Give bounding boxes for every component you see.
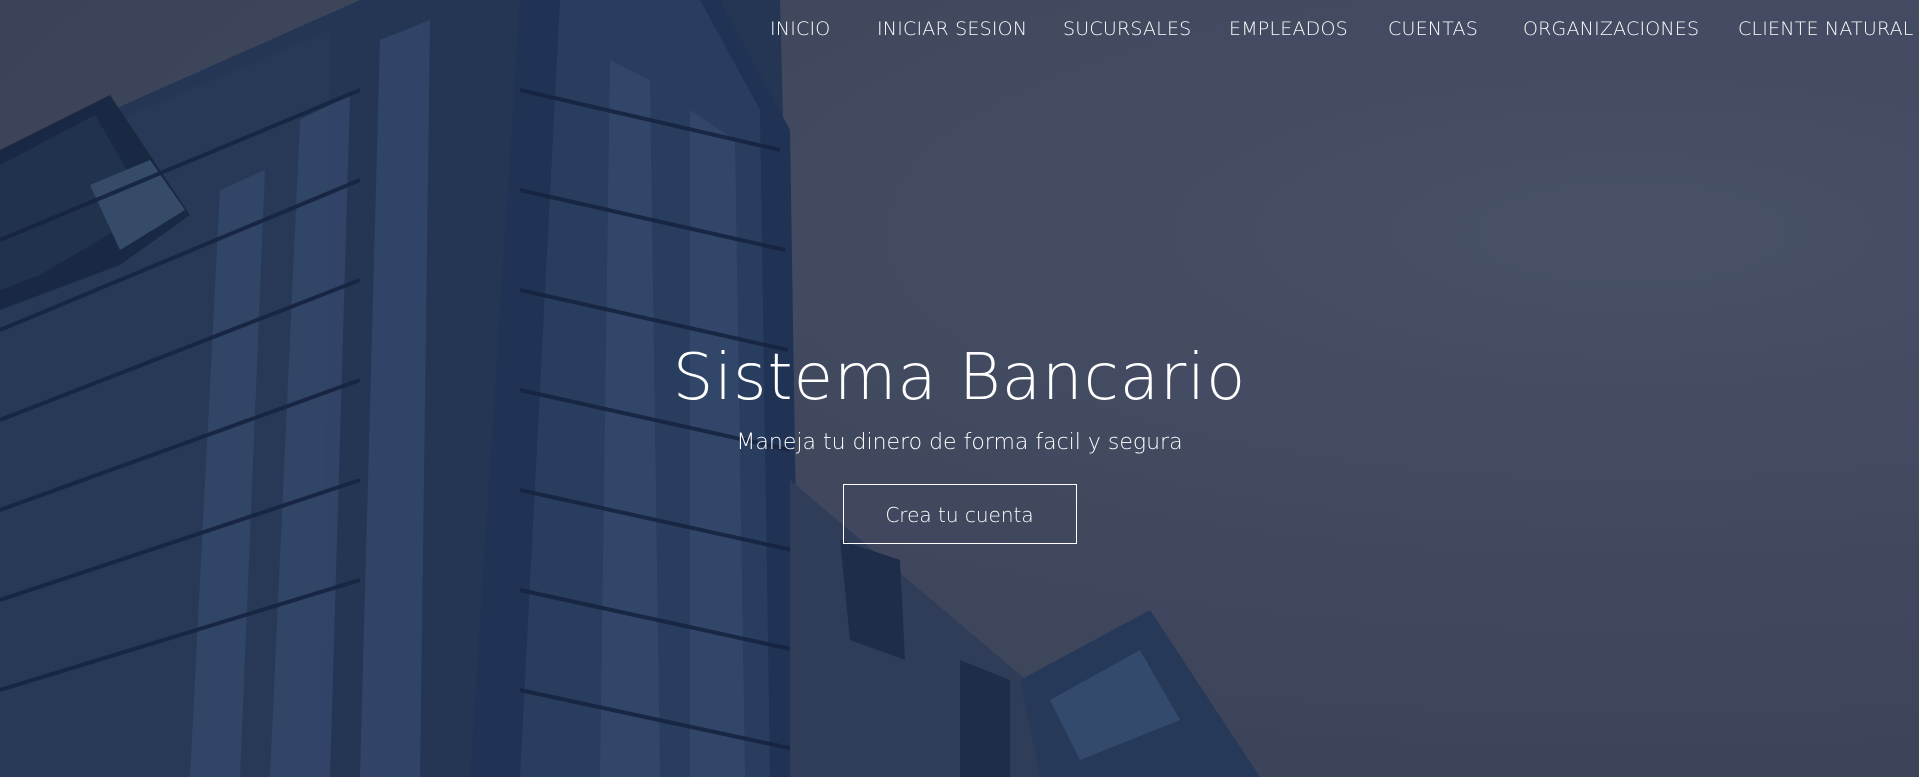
hero-content: Sistema Bancario Maneja tu dinero de for… [0, 338, 1919, 544]
nav-item-inicio[interactable]: INICIO [770, 18, 830, 40]
nav-item-cuentas[interactable]: CUENTAS [1388, 18, 1478, 40]
hero-title: Sistema Bancario [672, 341, 1247, 415]
nav-item-empleados[interactable]: EMPLEADOS [1229, 18, 1348, 40]
top-navigation: INICIO INICIAR SESION SUCURSALES EMPLEAD… [0, 0, 1919, 60]
nav-item-organizaciones[interactable]: ORGANIZACIONES [1523, 18, 1699, 40]
create-account-button[interactable]: Crea tu cuenta [842, 484, 1077, 544]
nav-item-cliente-natural[interactable]: CLIENTE NATURAL [1738, 18, 1914, 40]
hero-section: INICIO INICIAR SESION SUCURSALES EMPLEAD… [0, 0, 1919, 777]
nav-item-iniciar-sesion[interactable]: INICIAR SESION [877, 18, 1027, 40]
nav-item-sucursales[interactable]: SUCURSALES [1063, 18, 1191, 40]
hero-subtitle: Maneja tu dinero de forma facil y segura [736, 430, 1183, 455]
